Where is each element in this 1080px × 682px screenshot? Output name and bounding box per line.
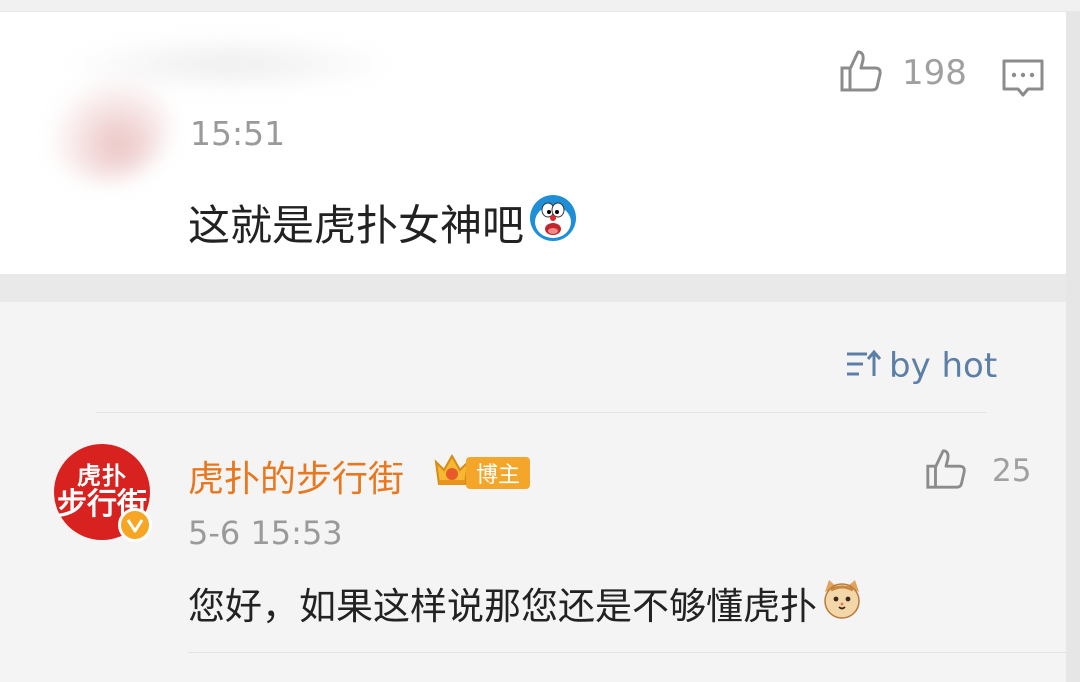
like-button[interactable]: 198	[838, 48, 967, 98]
avatar-text-line1: 虎扑	[77, 461, 127, 490]
section-separator	[0, 274, 1080, 302]
thumbs-up-icon	[924, 447, 968, 495]
blurred-avatar	[40, 60, 170, 180]
scroll-edge	[1066, 12, 1080, 682]
sort-label: by hot	[889, 346, 998, 386]
thumbs-up-icon	[838, 48, 884, 98]
main-comment: 15:51 这就是虎扑女神吧 198	[0, 12, 1080, 274]
reply-like-count: 25	[992, 453, 1032, 489]
verified-icon	[118, 508, 152, 542]
reply-username[interactable]: 虎扑的步行街	[188, 450, 404, 502]
sort-icon	[845, 348, 882, 384]
top-strip	[0, 0, 1080, 12]
comment-text-row: 这就是虎扑女神吧	[188, 192, 578, 253]
like-count: 198	[902, 53, 967, 93]
doraemon-emoji-icon	[528, 193, 578, 253]
divider	[96, 412, 986, 413]
comment-text: 这就是虎扑女神吧	[188, 201, 525, 250]
blogger-badge: 博主	[432, 452, 531, 494]
sort-toggle[interactable]: by hot	[845, 346, 997, 386]
reply-text: 您好，如果这样说那您还是不够懂虎扑	[188, 585, 817, 628]
reply-text-row: 您好，如果这样说那您还是不够懂虎扑	[188, 576, 863, 630]
reply-time: 5-6 15:53	[188, 514, 343, 552]
comment-button[interactable]	[1001, 58, 1045, 106]
cat-emoji-icon	[821, 578, 863, 629]
comment-icon	[1001, 59, 1045, 106]
divider	[188, 652, 1080, 653]
badge-label: 博主	[466, 457, 531, 489]
comment-time: 15:51	[190, 114, 286, 153]
reply-like-button[interactable]: 25	[924, 447, 1031, 495]
